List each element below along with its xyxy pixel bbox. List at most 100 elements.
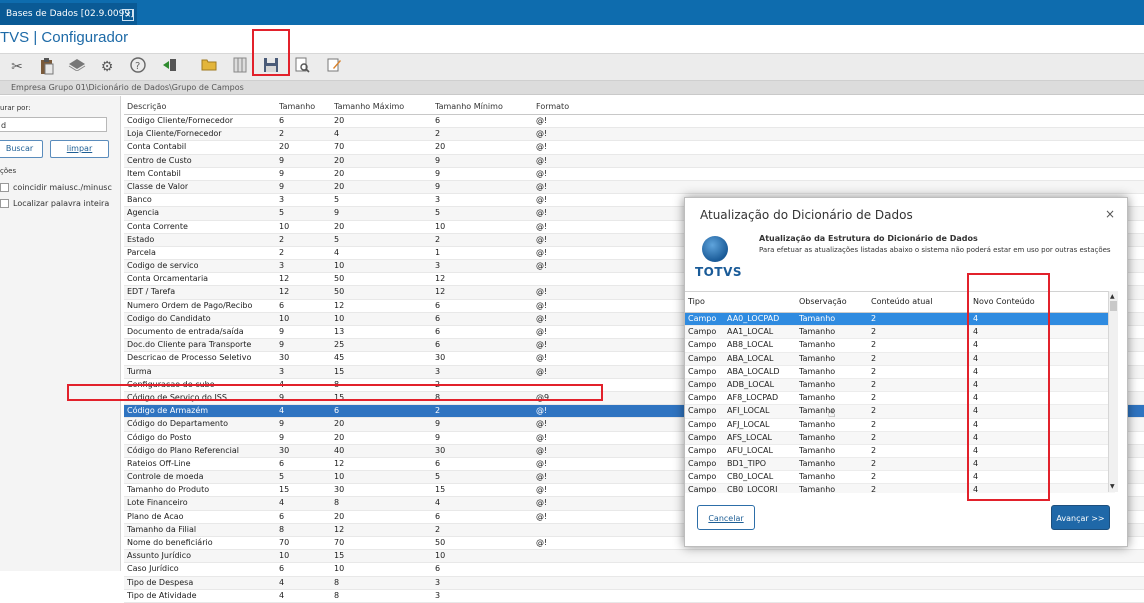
list-item[interactable]: Campo AF8_LOCPAD Tamanho 2 4 — [685, 392, 1115, 406]
scroll-up-icon[interactable]: ▲ — [1110, 293, 1115, 300]
search-button[interactable]: Buscar — [0, 140, 43, 158]
list-cell: AA0_LOCPAD — [727, 314, 780, 323]
table-cell: 2 — [279, 234, 285, 244]
table-row[interactable]: Tipo de Despesa 4 8 3 — [124, 576, 1144, 590]
table-cell: @! — [536, 485, 548, 495]
table-row[interactable]: Centro de Custo 9 20 9 @! — [124, 154, 1144, 168]
list-item[interactable]: Campo AA1_LOCAL Tamanho 2 4 — [685, 326, 1115, 340]
option-whole-word[interactable]: Localizar palavra inteira — [0, 199, 118, 208]
list-cell: AF8_LOCPAD — [727, 393, 779, 403]
table-cell: 10 — [334, 472, 345, 482]
col-descricao[interactable]: Descrição — [127, 100, 166, 114]
table-cell: @! — [536, 366, 548, 376]
col-tamanho-maximo[interactable]: Tamanho Máximo — [334, 100, 404, 114]
table-row[interactable]: Loja Cliente/Fornecedor 2 4 2 @! — [124, 128, 1144, 142]
list-cell: 2 — [871, 327, 877, 337]
option-match-case[interactable]: coincidir maiusc./minusc — [0, 183, 118, 192]
book-icon[interactable] — [67, 57, 87, 77]
table-cell: 70 — [334, 538, 345, 547]
scroll-thumb[interactable] — [1110, 301, 1117, 311]
table-cell: 20 — [334, 116, 345, 125]
update-table-scrollbar[interactable]: ▲ ▼ — [1108, 291, 1118, 492]
search-doc-icon[interactable] — [292, 57, 312, 77]
col-tamanho-minimo[interactable]: Tamanho Mínimo — [435, 100, 503, 114]
table-row[interactable]: Tipo de Atividade 4 8 3 — [124, 590, 1144, 603]
list-cell: Campo — [688, 472, 717, 482]
list-cell: 2 — [871, 432, 877, 442]
table-row[interactable]: Item Contabil 9 20 9 @! — [124, 168, 1144, 181]
table-cell: 30 — [435, 445, 446, 455]
list-item[interactable]: Campo ABA_LOCAL Tamanho 2 4 — [685, 352, 1115, 366]
search-input[interactable]: d — [0, 117, 107, 132]
scroll-down-icon[interactable]: ▼ — [1110, 483, 1115, 490]
svg-text:?: ? — [135, 61, 140, 72]
advance-button[interactable]: Avançar >> — [1051, 505, 1110, 530]
col-conteudo-atual[interactable]: Conteúdo atual — [871, 292, 932, 312]
table-cell: @! — [536, 208, 548, 218]
table-row[interactable]: Codigo Cliente/Fornecedor 6 20 6 @! — [124, 115, 1144, 129]
table-cell: 3 — [279, 195, 285, 205]
list-item[interactable]: Campo AFJ_LOCAL Tamanho 2 4 — [685, 419, 1115, 432]
table-cell: Item Contabil — [127, 168, 181, 178]
table-cell: @! — [536, 327, 548, 336]
checkbox[interactable] — [0, 199, 9, 208]
help-icon[interactable]: ? — [128, 57, 148, 77]
table-cell: 4 — [435, 498, 441, 508]
cut-icon[interactable]: ✂ — [7, 57, 27, 77]
col-tamanho[interactable]: Tamanho — [279, 100, 315, 114]
highlight-row-box — [67, 384, 603, 401]
table-cell: 30 — [435, 353, 446, 363]
list-item[interactable]: Campo ABA_LOCALD Tamanho 2 4 — [685, 366, 1115, 379]
tools-icon[interactable]: ⚙ — [97, 57, 117, 77]
table-cell: 3 — [435, 195, 441, 205]
table-cell: 4 — [334, 247, 340, 257]
col-tipo[interactable]: Tipo — [688, 292, 705, 312]
list-item[interactable]: Campo ADB_LOCAL Tamanho 2 4 — [685, 378, 1115, 393]
list-item[interactable]: Campo CB0_LOCORI Tamanho 2 4 — [685, 484, 1115, 493]
close-icon[interactable]: × — [1105, 207, 1115, 221]
exit-icon[interactable] — [160, 57, 180, 77]
table-cell: 6 — [435, 564, 441, 574]
cancel-button[interactable]: Cancelar — [697, 505, 755, 530]
table-cell: 9 — [435, 155, 441, 165]
table-cell: 13 — [334, 327, 345, 336]
table-cell: 5 — [435, 472, 441, 482]
list-item[interactable]: Campo BD1_TIPO Tamanho 2 4 — [685, 458, 1115, 472]
table-row[interactable]: Conta Contabil 20 70 20 @! — [124, 141, 1144, 155]
folder-icon[interactable] — [199, 57, 219, 77]
table-cell: 1 — [435, 247, 441, 257]
table-cell: 12 — [279, 287, 290, 297]
col-formato[interactable]: Formato — [536, 100, 569, 114]
list-cell: Tamanho — [799, 432, 836, 442]
edit-icon[interactable] — [324, 57, 344, 77]
list-item[interactable]: Campo AA0_LOCPAD Tamanho 2 4 — [685, 313, 1115, 327]
table-cell: Estado — [127, 234, 155, 244]
table-cell: 6 — [435, 340, 441, 350]
table-cell: @! — [536, 221, 548, 231]
clear-button[interactable]: limpar — [50, 140, 109, 158]
table-cell: 8 — [334, 590, 340, 600]
close-icon[interactable]: × — [122, 9, 134, 21]
table-row[interactable]: Classe de Valor 9 20 9 @! — [124, 180, 1144, 195]
table-cell: 10 — [279, 551, 290, 561]
table-cell: 5 — [279, 208, 285, 218]
table-cell: 2 — [435, 234, 441, 244]
table-cell: Numero Ordem de Pago/Recibo — [127, 300, 253, 310]
checkbox[interactable] — [0, 183, 9, 192]
columns-icon[interactable] — [230, 57, 250, 77]
table-row[interactable]: Assunto Jurídico 10 15 10 — [124, 550, 1144, 564]
col-observacao[interactable]: Observação — [799, 292, 847, 312]
search-panel: urar por: d Buscar limpar ções coincidir… — [0, 96, 121, 571]
list-item[interactable]: Campo AFI_LOCAL Tamanho 2 4 — [685, 405, 1115, 419]
table-cell: @! — [536, 419, 548, 429]
tab-bases-de-dados[interactable]: Bases de Dados [02.9.0099] × — [0, 3, 137, 25]
list-item[interactable]: Campo AB8_LOCAL Tamanho 2 4 — [685, 339, 1115, 353]
list-item[interactable]: Campo AFU_LOCAL Tamanho 2 4 — [685, 445, 1115, 459]
list-cell: Tamanho — [799, 366, 836, 376]
list-item[interactable]: Campo CB0_LOCAL Tamanho 2 4 — [685, 471, 1115, 485]
table-row[interactable]: Caso Jurídico 6 10 6 — [124, 563, 1144, 577]
dialog-description: Para efetuar as atualizações listadas ab… — [759, 246, 1111, 254]
list-cell: 2 — [871, 366, 877, 376]
paste-icon[interactable] — [37, 57, 57, 77]
list-item[interactable]: Campo AFS_LOCAL Tamanho 2 4 — [685, 431, 1115, 445]
